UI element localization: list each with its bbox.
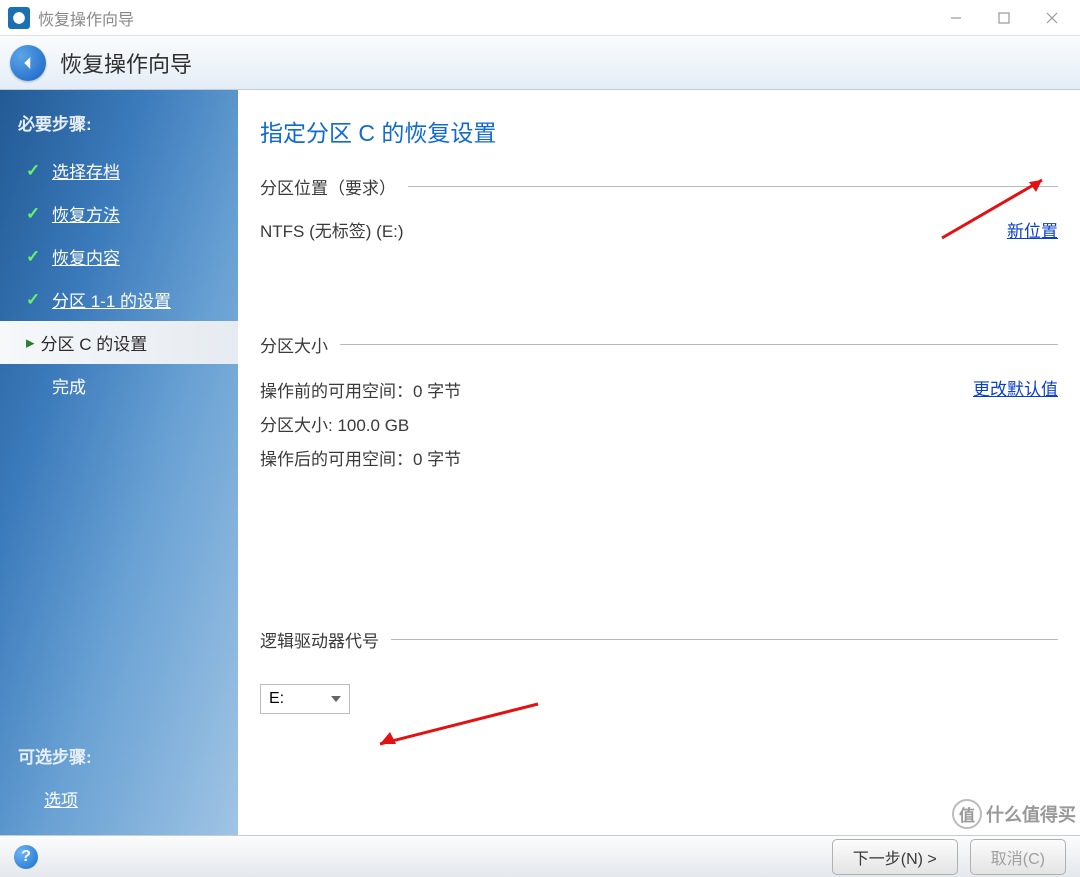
help-icon[interactable]: ? <box>14 845 38 869</box>
watermark: 值 什么值得买 <box>952 799 1076 829</box>
optional-item-options[interactable]: 选项 <box>0 778 238 819</box>
drive-letter-section-label: 逻辑驱动器代号 <box>260 627 1058 652</box>
check-icon: ✓ <box>26 161 42 181</box>
header-title: 恢复操作向导 <box>60 47 192 79</box>
next-button[interactable]: 下一步(N) > <box>832 839 958 875</box>
size-section-label: 分区大小 <box>260 332 1058 357</box>
partition-size: 分区大小: 100.0 GB <box>260 409 461 443</box>
watermark-icon: 值 <box>952 799 982 829</box>
arrow-right-icon: ▸ <box>26 333 35 353</box>
drive-letter-combo[interactable]: E: <box>260 684 350 714</box>
close-button[interactable] <box>1028 0 1076 36</box>
sidebar: 必要步骤: ✓ 选择存档 ✓ 恢复方法 ✓ 恢复内容 ✓ 分区 1-1 的设置 … <box>0 90 238 835</box>
app-icon <box>8 7 30 29</box>
footer: ? 下一步(N) > 取消(C) <box>0 835 1080 877</box>
drive-letter-value: E: <box>269 690 284 708</box>
titlebar: 恢复操作向导 <box>0 0 1080 36</box>
optional-steps-title: 可选步骤: <box>0 737 238 778</box>
window-title: 恢复操作向导 <box>38 6 932 30</box>
step-partition-c[interactable]: ▸ 分区 C 的设置 <box>0 321 238 364</box>
header: 恢复操作向导 <box>0 36 1080 90</box>
location-section-label: 分区位置（要求） <box>260 174 1058 199</box>
step-select-archive[interactable]: ✓ 选择存档 <box>0 149 238 192</box>
check-icon: ✓ <box>26 204 42 224</box>
maximize-button[interactable] <box>980 0 1028 36</box>
change-default-link[interactable]: 更改默认值 <box>973 375 1058 400</box>
chevron-down-icon <box>331 696 341 702</box>
page-title: 指定分区 C 的恢复设置 <box>260 114 1058 148</box>
content-area: 指定分区 C 的恢复设置 分区位置（要求） NTFS (无标签) (E:) 新位… <box>238 90 1080 835</box>
check-icon: ✓ <box>26 290 42 310</box>
step-partition-1-1[interactable]: ✓ 分区 1-1 的设置 <box>0 278 238 321</box>
check-icon: ✓ <box>26 247 42 267</box>
required-steps-title: 必要步骤: <box>0 104 238 149</box>
new-location-link[interactable]: 新位置 <box>1007 217 1058 242</box>
step-recovery-content[interactable]: ✓ 恢复内容 <box>0 235 238 278</box>
minimize-button[interactable] <box>932 0 980 36</box>
location-value: NTFS (无标签) (E:) <box>260 217 404 242</box>
back-button[interactable] <box>10 45 46 81</box>
cancel-button[interactable]: 取消(C) <box>970 839 1066 875</box>
step-recovery-method[interactable]: ✓ 恢复方法 <box>0 192 238 235</box>
space-after: 操作后的可用空间：0 字节 <box>260 443 461 477</box>
space-before: 操作前的可用空间：0 字节 <box>260 375 461 409</box>
step-finish: 完成 <box>0 364 238 407</box>
